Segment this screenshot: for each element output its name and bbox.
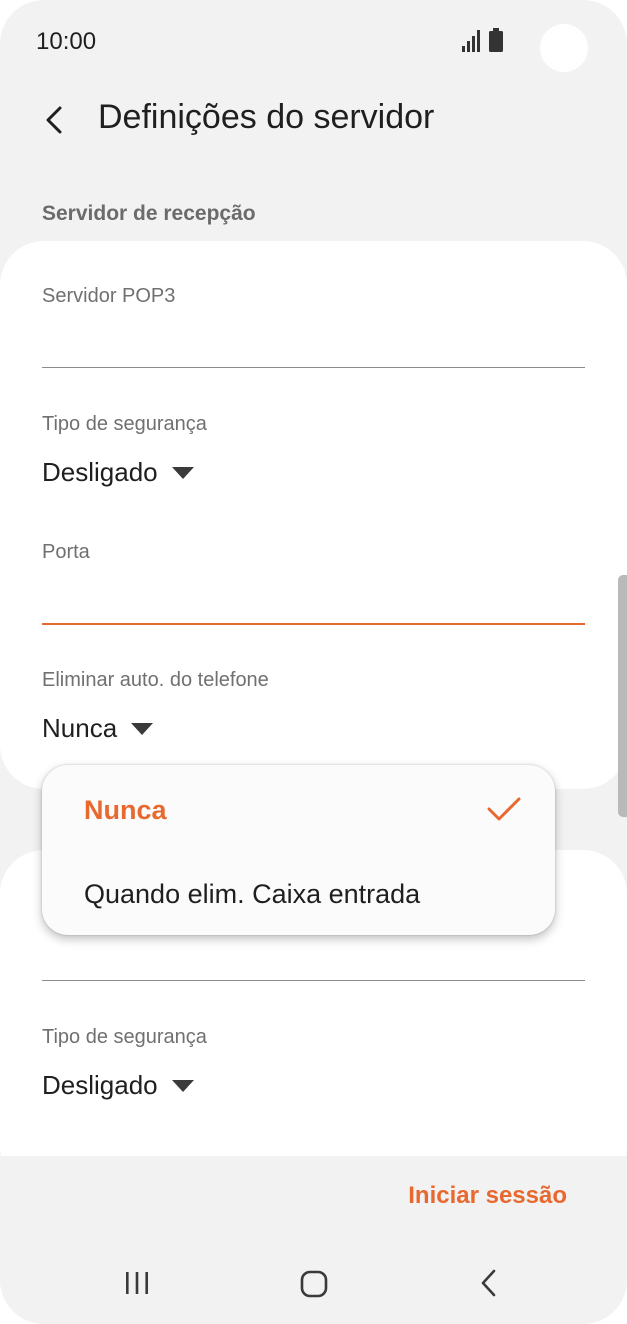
auto-delete-value: Nunca (42, 713, 118, 743)
menu-option-never[interactable]: Nunca (42, 769, 555, 849)
menu-option-label: Quando elim. Caixa entrada (84, 879, 421, 909)
section-title-incoming: Servidor de recepção (42, 202, 256, 225)
home-icon[interactable] (300, 1270, 328, 1303)
status-time: 10:00 (36, 28, 97, 55)
outgoing-security-label: Tipo de segurança (42, 1026, 207, 1048)
caret-down-icon (171, 466, 194, 479)
outgoing-security-dropdown[interactable]: Desligado (42, 1070, 194, 1101)
battery-icon (488, 28, 504, 57)
incoming-server-card: Servidor POP3 Tipo de segurança Desligad… (0, 241, 627, 789)
nav-back-icon[interactable] (478, 1268, 500, 1303)
chevron-left-icon[interactable] (40, 102, 70, 138)
signin-button[interactable]: Iniciar sessão (408, 1182, 567, 1210)
menu-option-label: Nunca (84, 795, 167, 825)
port-input[interactable] (42, 623, 585, 625)
caret-down-icon (131, 722, 154, 735)
security-type-value: Desligado (42, 457, 158, 487)
outgoing-security-value: Desligado (42, 1070, 158, 1100)
pop3-server-label: Servidor POP3 (42, 285, 176, 307)
recent-apps-icon[interactable] (124, 1270, 150, 1301)
check-icon (486, 795, 522, 828)
auto-delete-label: Eliminar auto. do telefone (42, 669, 269, 691)
scrollbar[interactable] (618, 575, 627, 817)
app-header: Definições do servidor (0, 84, 627, 164)
status-bar: 10:00 (0, 0, 627, 84)
caret-down-icon (171, 1079, 194, 1092)
auto-delete-dropdown[interactable]: Nunca (42, 713, 154, 744)
auto-delete-menu: Nunca Quando elim. Caixa entrada (42, 765, 555, 935)
outgoing-server-input[interactable] (42, 980, 585, 981)
front-camera (540, 24, 588, 72)
page-title: Definições do servidor (98, 98, 435, 136)
security-type-label: Tipo de segurança (42, 413, 207, 435)
bottom-bar: Iniciar sessão (0, 1156, 627, 1324)
phone-screen: 10:00 Definições do servidor Servidor de (0, 0, 627, 1324)
signal-icon (462, 30, 482, 57)
pop3-server-input[interactable] (42, 367, 585, 368)
menu-option-when-deleted-inbox[interactable]: Quando elim. Caixa entrada (42, 853, 555, 933)
port-label: Porta (42, 541, 90, 563)
security-type-dropdown[interactable]: Desligado (42, 457, 194, 488)
